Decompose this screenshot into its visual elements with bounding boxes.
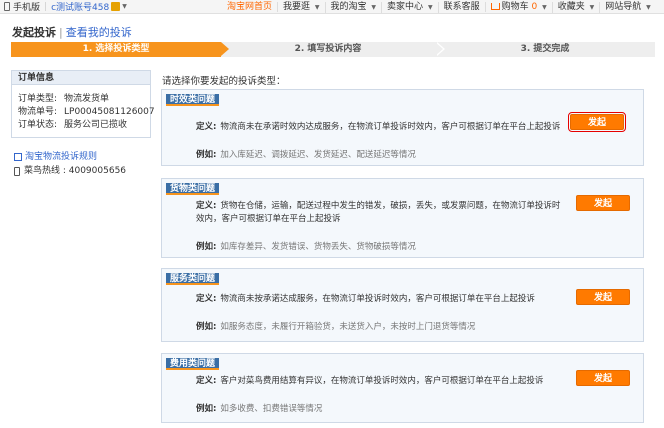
help-links: 淘宝物流投诉规则 菜鸟热线 : 4009005656 [14,150,126,178]
initiate-button[interactable]: 发起 [576,289,630,305]
example-line: 例如: 加入库延迟、调拨延迟、发货延迟、配送延迟等情况 [196,149,416,162]
mobile-icon [4,2,10,11]
example-text: 加入库延迟、调拨延迟、发货延迟、配送延迟等情况 [220,150,416,160]
progress-steps: 1. 选择投诉类型 2. 填写投诉内容 3. 提交完成 [11,42,655,57]
definition-line: 定义: 物流商未按承诺达成服务，在物流订单投诉时效内，客户可根据订单在平台上起投诉 [196,293,535,306]
example-label: 例如: [196,150,217,160]
definition-line: 定义: 物流商未在承诺时效内达成服务，在物流订单投诉时效内，客户可根据订单在平台上… [196,121,560,134]
nav-seller-center[interactable]: 卖家中心 ▼ [382,1,439,13]
category-service: 服务类问题 定义: 物流商未按承诺达成服务，在物流订单投诉时效内，客户可根据订单在… [161,268,644,342]
order-type-key: 订单类型: [18,94,58,104]
example-text: 如库存差异、发货错误、货物丢失、货物破损等情况 [220,242,416,252]
definition-text: 物流商未按承诺达成服务，在物流订单投诉时效内，客户可根据订单在平台上起投诉 [220,294,535,304]
example-text: 如多收费、扣费错误等情况 [220,404,323,414]
document-icon [14,153,22,161]
mobile-link[interactable]: 手机版 [13,0,40,13]
example-text: 如服务态度，未履行开箱验货，未送货入户，未按时上门退货等情况 [220,322,476,332]
order-info-header: 订单信息 [12,71,150,85]
definition-label: 定义: [196,294,217,304]
tracking-number-value: LP00045081126007 [64,107,155,117]
example-label: 例如: [196,404,217,414]
nav-taobao-home[interactable]: 淘宝网首页 [222,2,279,12]
category-fees: 费用类问题 定义: 客户对菜鸟费用结算有异议，在物流订单投诉时效内，客户可根据订单… [161,353,644,423]
phone-icon [14,166,20,176]
complaint-rules-link[interactable]: 淘宝物流投诉规则 [25,150,97,164]
category-tag: 费用类问题 [166,358,220,370]
top-bar: 手机版 | c测试账号458 ▼ 淘宝网首页 我要逛 ▼ 我的淘宝 ▼ 卖家中心… [0,0,664,14]
definition-text: 客户对菜鸟费用结算有异议，在物流订单投诉时效内，客户可根据订单在平台上起投诉 [220,376,544,386]
divider: | [44,1,48,12]
hotline-text: 菜鸟热线 : 4009005656 [24,166,127,176]
page-title: 发起投诉 [12,26,56,39]
order-status-key: 订单状态: [18,120,58,130]
order-status-row: 订单状态: 服务公司已揽收 [12,119,150,132]
definition-label: 定义: [196,122,217,132]
account-link[interactable]: c测试账号458 [51,0,109,13]
page-title-row: 发起投诉 | 查看我的投诉 [12,24,132,40]
definition-line: 定义: 货物在仓储，运输，配送过程中发生的错发，破损，丢失，或发票问题，在物流订单… [196,200,560,213]
example-line: 例如: 如多收费、扣费错误等情况 [196,403,322,416]
example-line: 例如: 如库存差异、发货错误、货物丢失、货物破损等情况 [196,241,416,254]
tracking-number-key: 物流单号: [18,107,58,117]
example-label: 例如: [196,322,217,332]
definition-line: 定义: 客户对菜鸟费用结算有异议，在物流订单投诉时效内，客户可根据订单在平台上起投… [196,375,543,388]
category-timeliness: 时效类问题 定义: 物流商未在承诺时效内达成服务，在物流订单投诉时效内，客户可根据… [161,89,644,166]
cart-icon [490,2,500,10]
nav-site-map[interactable]: 网站导航 ▼ [600,2,656,13]
chevron-down-icon: ▼ [314,3,320,11]
tracking-number-row: 物流单号: LP00045081126007 [12,106,155,119]
divider: | [59,26,63,39]
category-tag: 服务类问题 [166,273,220,285]
select-type-prompt: 请选择你要发起的投诉类型： [162,76,286,87]
step-submit-done: 3. 提交完成 [435,42,655,57]
step-select-type: 1. 选择投诉类型 [11,42,221,57]
cart-count: 0 [531,1,538,12]
order-type-value: 物流发货单 [64,94,110,104]
initiate-button[interactable]: 发起 [576,370,630,386]
example-label: 例如: [196,242,217,252]
nav-favorites-label: 收藏夹 [557,1,585,12]
step-arrow [221,42,229,56]
step-fill-content: 2. 填写投诉内容 [221,42,435,57]
category-tag: 货物类问题 [166,183,220,195]
chevron-down-icon: ▼ [427,3,433,11]
chevron-down-icon: ▼ [589,3,595,11]
definition-line-2: 效内，客户可根据订单在平台上起投诉 [196,213,341,226]
nav-my-taobao[interactable]: 我的淘宝 ▼ [326,1,383,13]
initiate-button[interactable]: 发起 [568,112,626,132]
step-arrow [435,42,443,56]
category-goods: 货物类问题 定义: 货物在仓储，运输，配送过程中发生的错发，破损，丢失，或发票问题… [161,178,644,258]
nav-seller-center-label: 卖家中心 [387,1,424,12]
view-my-complaints-link[interactable]: 查看我的投诉 [66,26,132,39]
chevron-down-icon: ▼ [646,3,651,11]
chevron-down-icon: ▼ [542,3,547,11]
nav-customer-service[interactable]: 联系客服 [439,2,486,12]
nav-cart-label: 购物车 [501,1,529,12]
definition-text: 物流商未在承诺时效内达成服务，在物流订单投诉时效内，客户可根据订单在平台上起投诉 [220,122,561,132]
order-type-row: 订单类型: 物流发货单 [12,93,150,106]
member-badge-icon [111,2,121,11]
example-line: 例如: 如服务态度，未履行开箱验货，未送货入户，未按时上门退货等情况 [196,321,475,334]
nav-browse-label: 我要逛 [283,1,311,12]
nav-browse[interactable]: 我要逛 ▼ [278,1,326,13]
nav-cart[interactable]: 购物车 0 ▼ [486,1,553,13]
initiate-button[interactable]: 发起 [576,195,630,211]
nav-site-map-label: 网站导航 [605,1,642,12]
chevron-down-icon[interactable]: ▼ [122,3,127,10]
definition-text: 货物在仓储，运输，配送过程中发生的错发，破损，丢失，或发票问题，在物流订单投诉时 [220,201,561,211]
nav-my-taobao-label: 我的淘宝 [330,1,367,12]
definition-text-2: 效内，客户可根据订单在平台上起投诉 [196,214,341,224]
definition-label: 定义: [196,376,217,386]
order-status-value: 服务公司已揽收 [64,120,128,130]
order-info-panel: 订单信息 订单类型: 物流发货单 物流单号: LP00045081126007 订单… [11,70,155,138]
nav-favorites[interactable]: 收藏夹 ▼ [553,1,601,13]
chevron-down-icon: ▼ [371,3,377,11]
definition-label: 定义: [196,201,217,211]
category-tag: 时效类问题 [166,94,220,106]
